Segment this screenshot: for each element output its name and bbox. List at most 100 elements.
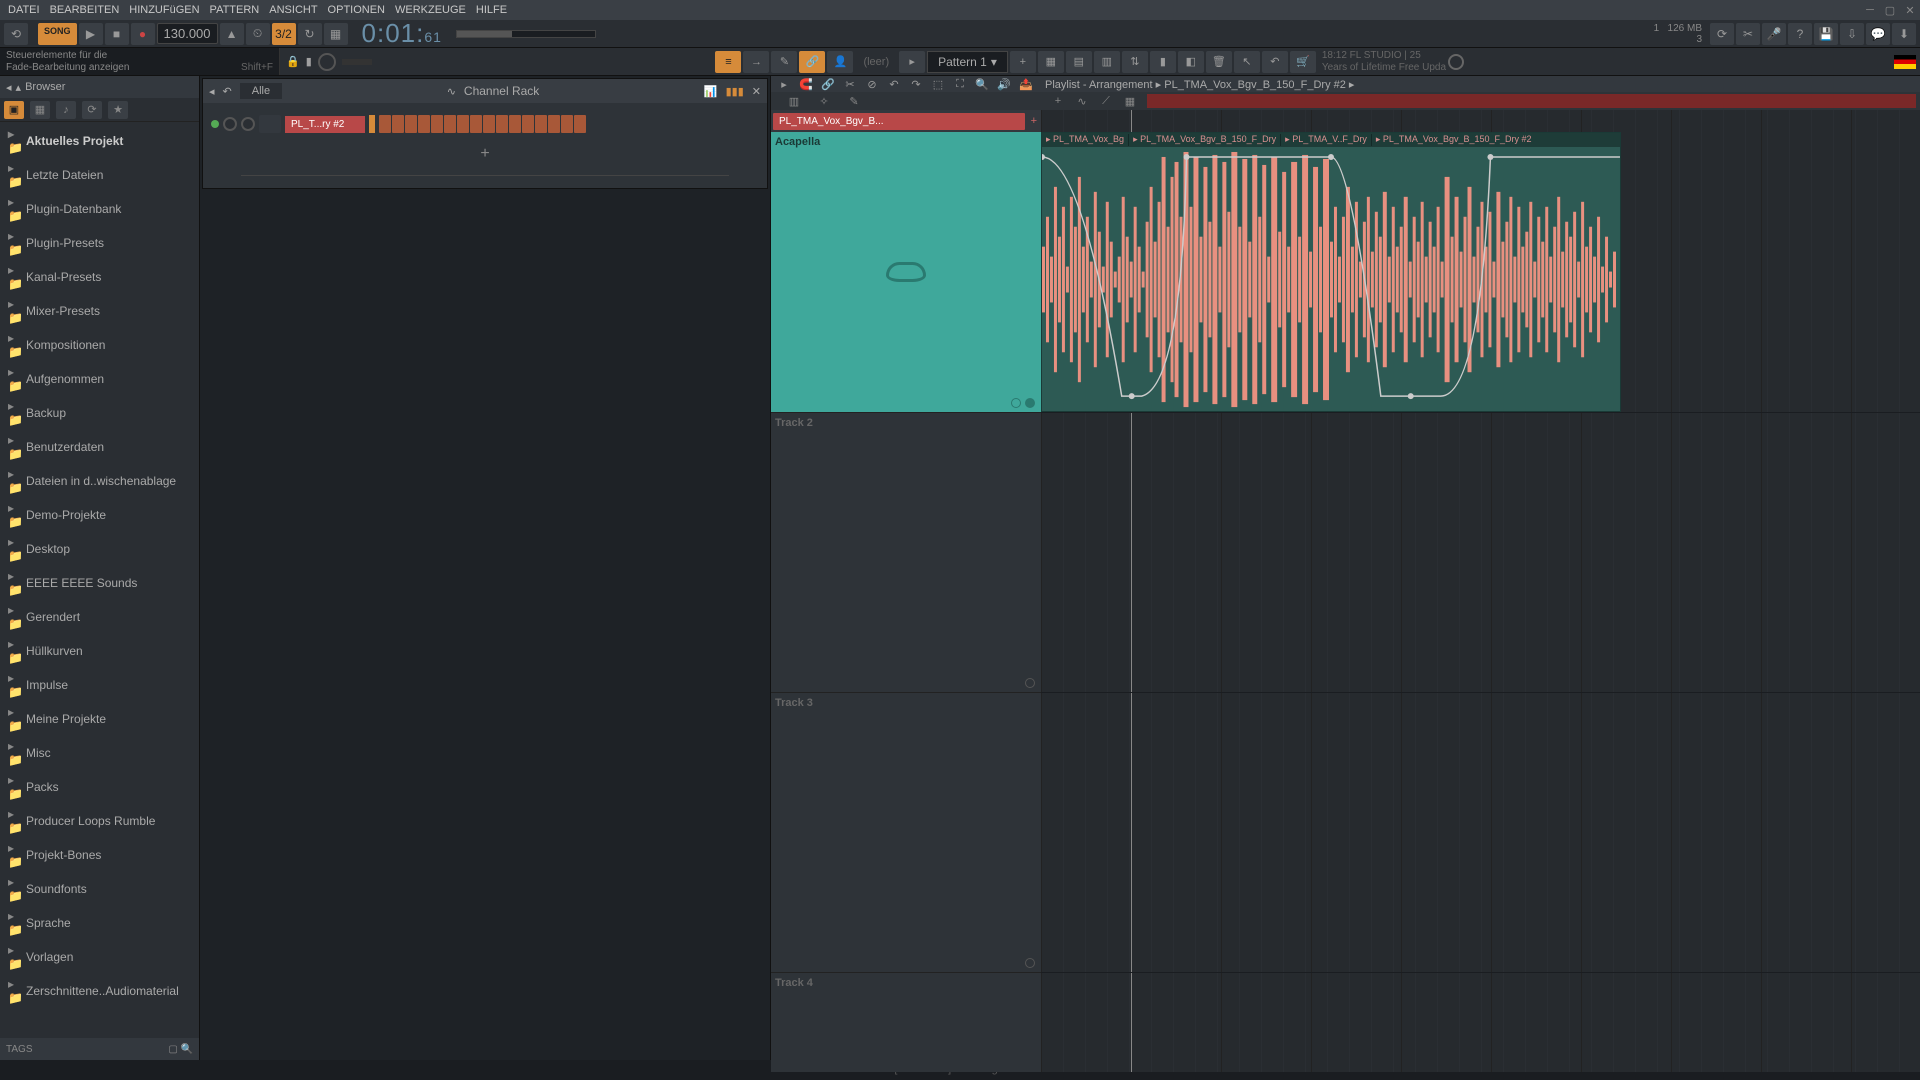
tree-item[interactable]: ▸📁Benutzerdaten <box>0 430 199 464</box>
pl-menu-icon[interactable]: ▸ <box>775 76 793 92</box>
metronome-icon[interactable]: ▲ <box>220 23 244 45</box>
pattern-add[interactable]: + <box>1010 51 1036 73</box>
tree-item[interactable]: ▸📁Vorlagen <box>0 940 199 974</box>
tree-item[interactable]: ▸📁Backup <box>0 396 199 430</box>
tree-item[interactable]: ▸📁Desktop <box>0 532 199 566</box>
menu-optionen[interactable]: OPTIONEN <box>324 2 389 18</box>
pattern-prev[interactable]: ▸ <box>899 51 925 73</box>
pl-tool-fade[interactable]: ⟋ <box>1095 92 1117 110</box>
tempo-display[interactable]: 130.000 <box>157 23 218 44</box>
menu-bearbeiten[interactable]: BEARBEITEN <box>46 2 124 18</box>
pl-undo-icon[interactable]: ↶ <box>885 76 903 92</box>
refresh-icon[interactable]: ⟳ <box>1710 23 1734 45</box>
channel-vol-knob[interactable] <box>241 117 255 131</box>
view-cr-icon[interactable]: ▥ <box>1094 51 1120 73</box>
menu-pattern[interactable]: PATTERN <box>206 2 264 18</box>
tree-item[interactable]: ▸📁Zerschnittene..Audiomaterial <box>0 974 199 1008</box>
main-pitch-slider[interactable] <box>342 59 372 65</box>
pl-cut-icon[interactable]: ✂ <box>841 76 859 92</box>
tree-item[interactable]: ▸📁Sprache <box>0 906 199 940</box>
browser-tree[interactable]: ▸📁Aktuelles Projekt▸📁Letzte Dateien▸📁Plu… <box>0 122 199 1038</box>
pl-tool-grid[interactable]: ▦ <box>1119 92 1141 110</box>
pl-add-icon[interactable]: ✧ <box>813 92 835 110</box>
menu-datei[interactable]: DATEI <box>4 2 44 18</box>
loop-icon[interactable]: ↻ <box>298 23 322 45</box>
view-cursor-icon[interactable]: ↖ <box>1234 51 1260 73</box>
snap-value[interactable]: 3/2 <box>272 23 296 45</box>
track-solo[interactable] <box>1025 398 1035 408</box>
channel-name[interactable]: PL_T...ry #2 <box>285 116 365 133</box>
countdown-icon[interactable]: ⏲ <box>246 23 270 45</box>
cr-options-icon[interactable]: ▮▮▮ <box>726 85 744 98</box>
track-header-2[interactable]: Track 2 <box>771 412 1041 692</box>
view-next-icon[interactable]: → <box>743 51 769 73</box>
timeline-overview[interactable] <box>1147 94 1916 108</box>
pl-block-icon[interactable]: ⊘ <box>863 76 881 92</box>
menu-ansicht[interactable]: ANSICHT <box>265 2 321 18</box>
channel-select[interactable] <box>369 115 375 133</box>
view-trash-icon[interactable]: 🗑 <box>1206 51 1232 73</box>
browser-tab-fav[interactable]: ★ <box>108 101 128 119</box>
download-icon[interactable]: ⬇ <box>1892 23 1916 45</box>
view-mixer-icon[interactable]: ⇅ <box>1122 51 1148 73</box>
add-channel-button[interactable]: + <box>211 137 759 171</box>
pl-tool-add[interactable]: + <box>1047 92 1069 110</box>
pattern-selector[interactable]: Pattern 1▾ <box>927 51 1008 73</box>
browser-tab-history[interactable]: ⟳ <box>82 101 102 119</box>
view-link-icon[interactable]: 🔗 <box>799 51 825 73</box>
cr-close-icon[interactable]: ✕ <box>752 85 761 98</box>
step-sequencer[interactable] <box>379 115 586 133</box>
pl-redo-icon[interactable]: ↷ <box>907 76 925 92</box>
channel-led[interactable] <box>211 120 219 128</box>
song-position-slider[interactable] <box>456 30 596 38</box>
tree-item[interactable]: ▸📁Plugin-Presets <box>0 226 199 260</box>
view-clip-icon[interactable]: ◧ <box>1178 51 1204 73</box>
view-playlist-button[interactable]: ≡ <box>715 51 741 73</box>
view-piano-icon[interactable]: ✎ <box>771 51 797 73</box>
cr-graph-icon[interactable]: 📊 <box>704 85 718 98</box>
tree-item[interactable]: ▸📁Meine Projekte <box>0 702 199 736</box>
language-flag-de[interactable] <box>1894 55 1916 69</box>
browser-tab-files[interactable]: ▣ <box>4 101 24 119</box>
lock-icon[interactable]: 🔒 <box>286 55 300 68</box>
tree-item[interactable]: ▸📁Kompositionen <box>0 328 199 362</box>
pl-select-icon[interactable]: ⬚ <box>929 76 947 92</box>
view-midi-icon[interactable]: ▮ <box>1150 51 1176 73</box>
tools-icon[interactable]: ✂ <box>1736 23 1760 45</box>
search-icon[interactable]: 🔍 <box>181 1044 193 1055</box>
tree-item[interactable]: ▸📁Dateien in d..wischenablage <box>0 464 199 498</box>
picker-add-icon[interactable]: + <box>1027 115 1041 127</box>
track-header-1[interactable]: Acapella <box>771 132 1041 412</box>
playlist-grid[interactable]: ▸ PL_TMA_Vox_Bg ▸ PL_TMA_Vox_Bgv_B_150_F… <box>1041 110 1920 1072</box>
tree-item[interactable]: ▸📁Plugin-Datenbank <box>0 192 199 226</box>
track-solo[interactable] <box>1025 958 1035 968</box>
window-maximize[interactable]: ▢ <box>1880 1 1900 19</box>
mic-icon[interactable]: 🎤 <box>1762 23 1786 45</box>
pl-breadcrumb[interactable]: Playlist - Arrangement ▸ PL_TMA_Vox_Bgv_… <box>1045 78 1354 91</box>
tree-item[interactable]: ▸📁EEEE EEEE Sounds <box>0 566 199 600</box>
tree-item[interactable]: ▸📁Packs <box>0 770 199 804</box>
pl-edit-icon[interactable]: ✎ <box>843 92 865 110</box>
tree-item[interactable]: ▸📁Gerendert <box>0 600 199 634</box>
menu-hilfe[interactable]: HILFE <box>472 2 511 18</box>
pl-speaker-icon[interactable]: 🔊 <box>995 76 1013 92</box>
tree-item[interactable]: ▸📁Producer Loops Rumble <box>0 804 199 838</box>
view-pl-icon[interactable]: ▦ <box>1038 51 1064 73</box>
tree-item[interactable]: ▸📁Mixer-Presets <box>0 294 199 328</box>
track-header-3[interactable]: Track 3 <box>771 692 1041 972</box>
pl-view-clips-icon[interactable]: ▥ <box>783 92 805 110</box>
sync-icon[interactable]: ⟲ <box>4 23 28 45</box>
globe-icon[interactable] <box>1448 54 1464 70</box>
browser-menu-icon[interactable]: ▢ <box>168 1044 177 1055</box>
tree-item[interactable]: ▸📁Soundfonts <box>0 872 199 906</box>
view-undo-icon[interactable]: ↶ <box>1262 51 1288 73</box>
tree-item[interactable]: ▸📁Misc <box>0 736 199 770</box>
audio-clip[interactable]: ▸ PL_TMA_Vox_Bg ▸ PL_TMA_Vox_Bgv_B_150_F… <box>1041 132 1621 412</box>
stop-button[interactable]: ■ <box>105 23 129 45</box>
tree-item[interactable]: ▸📁Aufgenommen <box>0 362 199 396</box>
pl-fit-icon[interactable]: ⛶ <box>951 76 969 92</box>
view-browser-icon[interactable]: 👤 <box>827 51 853 73</box>
window-close[interactable]: ✕ <box>1900 1 1920 19</box>
cr-back-icon[interactable]: ◂ <box>209 85 215 98</box>
pl-link-icon[interactable]: 🔗 <box>819 76 837 92</box>
